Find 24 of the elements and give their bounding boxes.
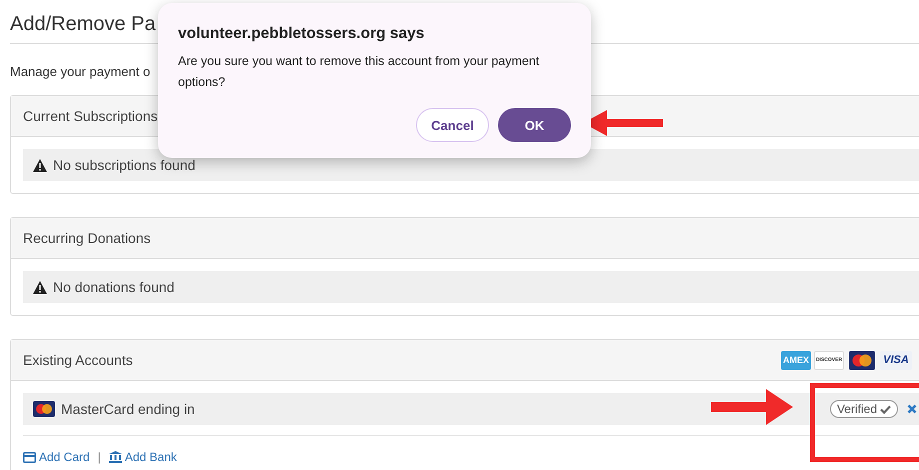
panel-title: Existing Accounts	[23, 352, 133, 368]
link-separator: |	[98, 450, 101, 464]
dialog-title: volunteer.pebbletossers.org says	[178, 25, 426, 43]
bank-icon	[108, 451, 122, 463]
panel-title: Recurring Donations	[23, 230, 151, 246]
intro-text: Manage your payment o	[10, 64, 150, 81]
mastercard-logo	[847, 350, 877, 370]
account-label: MasterCard ending in	[61, 401, 195, 417]
warning-icon	[33, 280, 47, 294]
panel-title: Current Subscriptions	[23, 108, 158, 124]
add-card-link[interactable]: Add Card	[23, 450, 90, 464]
card-icon	[23, 452, 36, 462]
remove-button[interactable]	[907, 404, 917, 414]
warning-icon	[33, 158, 47, 172]
cancel-button[interactable]: Cancel	[416, 108, 489, 142]
notice-text: No donations found	[53, 279, 174, 295]
add-bank-link[interactable]: Add Bank	[108, 450, 177, 464]
ok-button[interactable]: OK	[498, 108, 571, 142]
dialog-message: Are you sure you want to remove this account from your payment options?	[178, 53, 540, 91]
visa-logo: VISA	[880, 350, 912, 370]
notice-text: No subscriptions found	[53, 157, 196, 173]
mastercard-icon	[33, 401, 55, 417]
amex-logo: AMEX	[781, 350, 811, 370]
verified-badge: Verified	[830, 400, 898, 418]
